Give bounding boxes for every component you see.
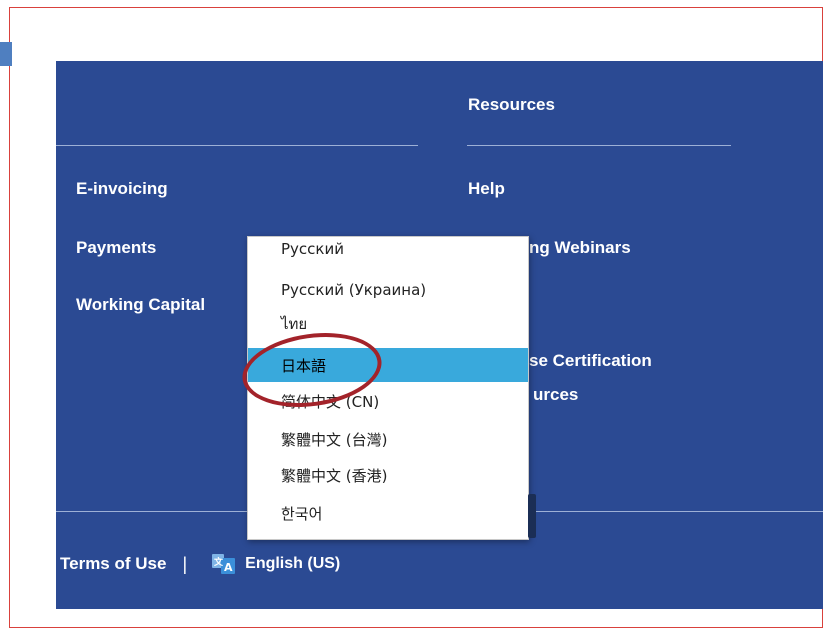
right-column-divider — [467, 145, 731, 146]
language-option-chinese-simplified[interactable]: 简体中文 (CN) — [248, 385, 528, 417]
separator: | — [182, 553, 188, 574]
language-option-japanese[interactable]: 日本語 — [248, 348, 528, 382]
certification-link[interactable]: se Certification — [529, 351, 652, 371]
resources-link[interactable]: urces — [533, 385, 578, 405]
help-link[interactable]: Help — [468, 179, 505, 199]
resources-heading: Resources — [468, 95, 555, 114]
language-option-chinese-taiwan[interactable]: 繁體中文 (台灣) — [248, 423, 528, 455]
left-column-divider — [56, 145, 418, 146]
payments-link[interactable]: Payments — [76, 238, 156, 258]
language-option-thai[interactable]: ไทย — [248, 308, 528, 340]
language-option-russian-ukraine[interactable]: Русский (Украина) — [248, 274, 528, 306]
language-option-korean[interactable]: 한국어 — [248, 497, 528, 529]
language-button-label: English (US) — [245, 555, 341, 572]
working-capital-link[interactable]: Working Capital — [76, 295, 205, 315]
language-option-chinese-hongkong[interactable]: 繁體中文 (香港) — [248, 459, 528, 491]
language-selector-button[interactable]: 文 A English (US) — [211, 552, 340, 576]
language-option-russian[interactable]: Русский — [248, 237, 528, 265]
left-edge-accent — [0, 42, 12, 66]
language-dropdown[interactable]: Русский Русский (Украина) ไทย 日本語 简体中文 (… — [247, 236, 529, 540]
terms-of-use-link[interactable]: Terms of Use — [60, 554, 166, 574]
e-invoicing-link[interactable]: E-invoicing — [76, 179, 168, 199]
svg-text:文: 文 — [213, 556, 224, 568]
svg-text:A: A — [224, 561, 233, 574]
dropdown-scrollbar[interactable] — [528, 494, 536, 538]
webinars-link[interactable]: ng Webinars — [529, 238, 631, 258]
footer-bottom-bar: Terms of Use | 文 A English (US) — [60, 551, 340, 577]
translate-icon: 文 A — [212, 554, 236, 574]
